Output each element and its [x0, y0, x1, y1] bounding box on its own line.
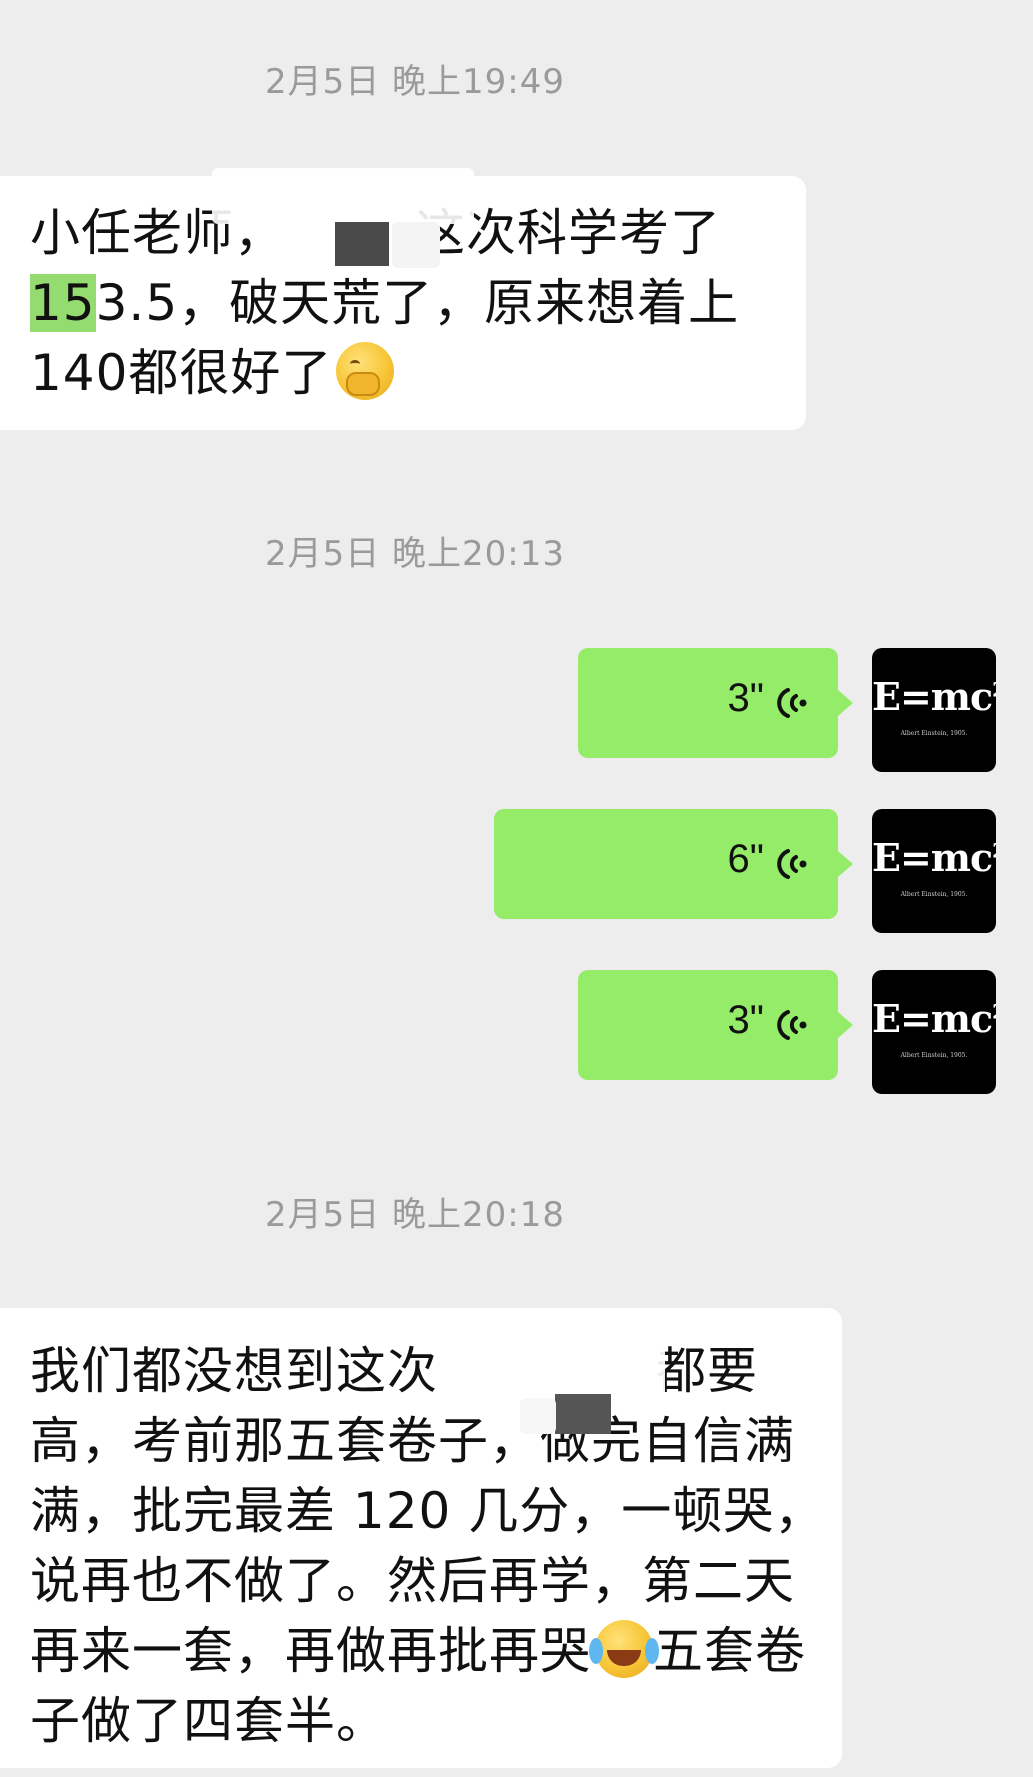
message-line: 153.5，破天荒了，原来想着上 [30, 268, 776, 338]
avatar-formula: E=mc2 [872, 835, 996, 880]
message-text: 五套卷 [653, 1622, 806, 1680]
message-text: 140都很好了 [30, 344, 333, 402]
voice-message-bubble[interactable]: 6" [494, 809, 853, 919]
user-avatar[interactable]: E=mc2 Albert Einstein, 1905. [872, 970, 996, 1094]
voice-wave-icon [777, 849, 807, 879]
voice-wave-icon [777, 688, 807, 718]
voice-message-bubble[interactable]: 3" [578, 648, 853, 758]
avatar-caption: Albert Einstein, 1905. [900, 891, 968, 898]
incoming-message-bubble[interactable]: 我们都没想到这次 都要 高，考前那五套卷子，做完自信满 满，批完最差 120 几分… [0, 1308, 842, 1768]
message-line: 我们都没想到这次 都要 [30, 1336, 812, 1406]
timestamp: 2月5日 晚上20:13 [264, 534, 566, 574]
redaction-overlay [212, 168, 474, 224]
redaction-overlay [520, 1398, 556, 1434]
message-text: 我们都没想到这次 [30, 1342, 438, 1400]
user-avatar[interactable]: E=mc2 Albert Einstein, 1905. [872, 648, 996, 772]
avatar-caption: Albert Einstein, 1905. [900, 1052, 968, 1059]
user-avatar[interactable]: E=mc2 Albert Einstein, 1905. [872, 809, 996, 933]
voice-wave-icon [777, 1010, 807, 1040]
message-text: 都要 [656, 1342, 758, 1400]
timestamp: 2月5日 晚上20:18 [264, 1195, 566, 1235]
timestamp: 2月5日 晚上19:49 [264, 62, 566, 102]
face-with-hand-over-mouth-icon [336, 342, 395, 400]
redaction-block [555, 1394, 611, 1434]
voice-duration: 3" [727, 998, 764, 1042]
loudly-crying-face-icon [589, 1620, 653, 1678]
message-line: 子做了四套半。 [30, 1692, 387, 1750]
avatar-formula: E=mc2 [872, 674, 996, 719]
message-text: 3.5，破天荒了，原来想着上 [95, 274, 740, 332]
message-text: 再来一套，再做再批再哭 [30, 1622, 591, 1680]
highlighted-text: 15 [30, 274, 96, 332]
message-line: 140都很好了 [30, 338, 776, 408]
redaction-overlay [392, 222, 440, 268]
redaction-block [335, 222, 389, 266]
voice-message-bubble[interactable]: 3" [578, 970, 853, 1080]
message-line: 再来一套，再做再批再哭 五套卷 [30, 1616, 812, 1686]
redaction-overlay [455, 1330, 665, 1400]
voice-duration: 3" [727, 676, 764, 720]
avatar-caption: Albert Einstein, 1905. [900, 730, 968, 737]
message-line: 高，考前那五套卷子，做完自信满 [30, 1412, 795, 1470]
voice-duration: 6" [727, 837, 764, 881]
message-line: 满，批完最差 120 几分，一顿哭， [30, 1482, 826, 1540]
message-line: 说再也不做了。然后再学，第二天 [30, 1552, 795, 1610]
avatar-formula: E=mc2 [872, 996, 996, 1041]
